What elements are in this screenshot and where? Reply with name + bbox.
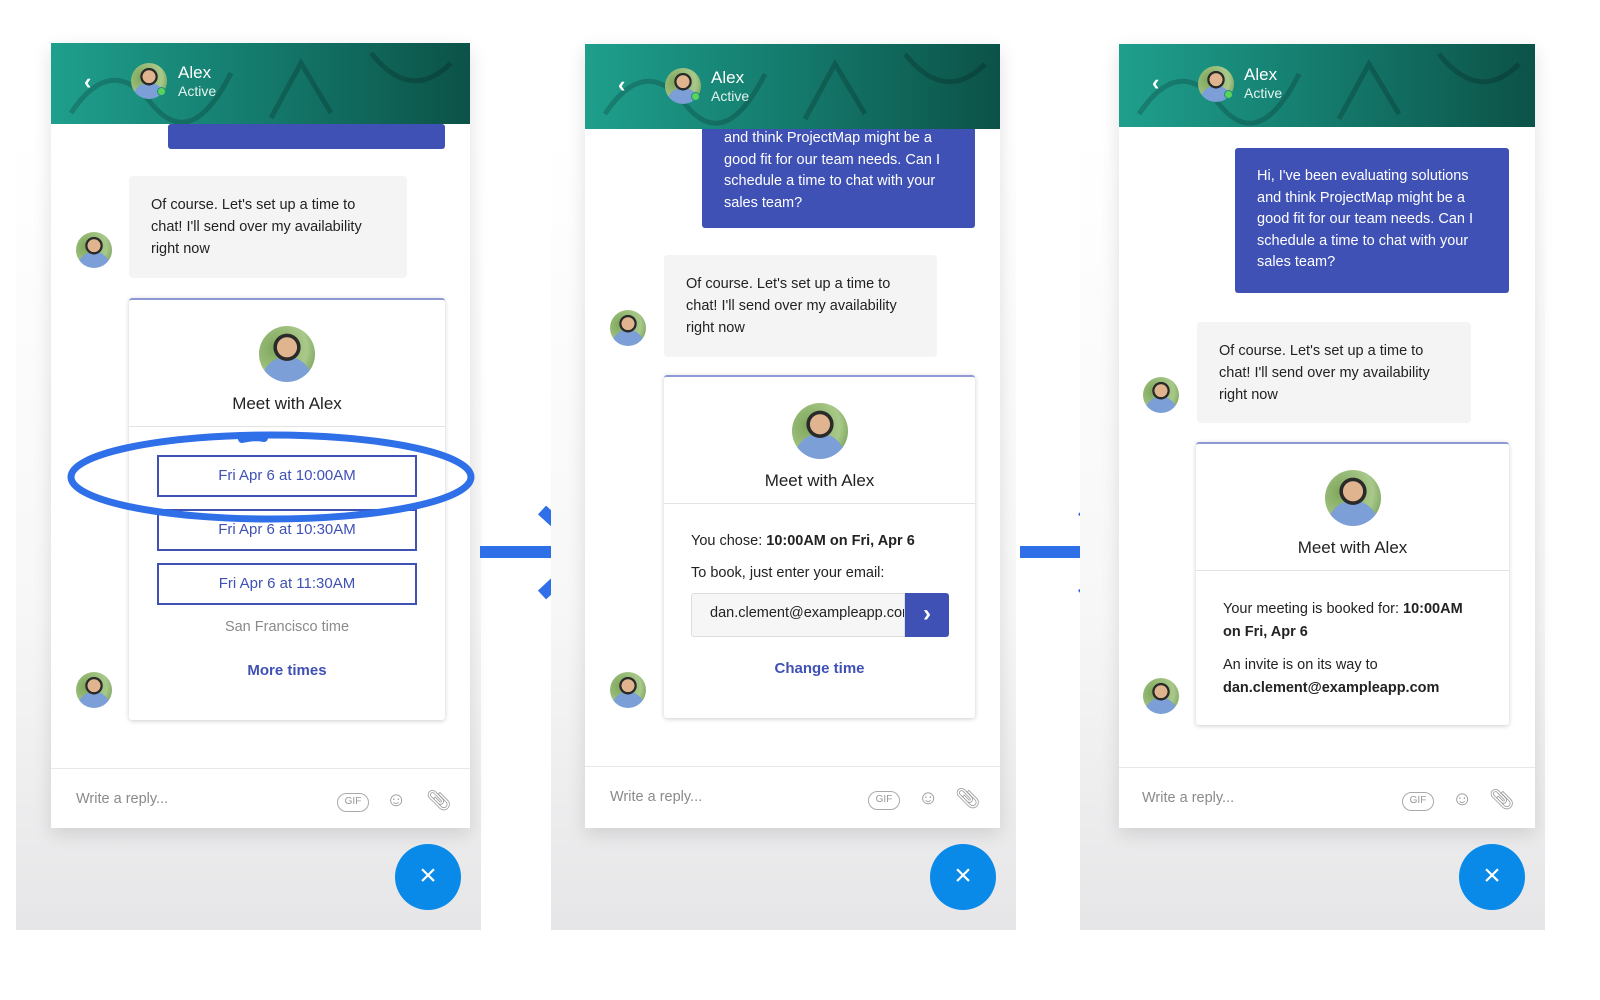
gif-icon[interactable]: GIF <box>1402 792 1434 811</box>
header-pattern <box>602 52 987 126</box>
message-line: chat! I'll send over my availability <box>151 219 362 235</box>
agent-name: Alex <box>711 68 745 87</box>
emoji-icon[interactable]: ☺ <box>386 789 406 812</box>
back-icon[interactable]: ‹ <box>618 72 625 98</box>
agent-message-bubble: Of course. Let's set up a time to chat! … <box>129 176 407 278</box>
composer: Write a reply... GIF ☺ 📎︎ <box>1119 767 1535 828</box>
message-line: good fit for our team needs. Can I <box>724 151 941 168</box>
chevron-right-icon: › <box>923 600 931 627</box>
message-line: Of course. Let's set up a time to <box>686 276 891 292</box>
agent-status: Active <box>1244 85 1283 101</box>
emoji-icon[interactable]: ☺ <box>1452 788 1472 811</box>
user-message-bubble: Hi, I've been evaluating solutions and t… <box>1235 148 1509 293</box>
message-line: Of course. Let's set up a time to <box>1219 343 1424 359</box>
avatar <box>76 672 112 708</box>
agent-status: Active <box>711 88 750 104</box>
chat-header: ‹ Alex Active <box>1119 44 1535 127</box>
agent-status: Active <box>178 83 217 99</box>
chosen-value: 10:00AM on Fri, Apr 6 <box>766 533 915 549</box>
message-line: right now <box>151 241 210 257</box>
chat-header: ‹ Alex Active <box>51 43 470 124</box>
header-pattern <box>68 51 453 124</box>
message-line: chat! I'll send over my availability <box>1219 365 1430 381</box>
message-line: right now <box>1219 387 1278 403</box>
close-icon: × <box>419 859 437 892</box>
chat-header: ‹ Alex Active <box>585 44 1000 129</box>
emoji-icon[interactable]: ☺ <box>918 787 938 810</box>
gif-icon[interactable]: GIF <box>868 791 900 810</box>
composer: Write a reply... GIF ☺ 📎︎ <box>585 766 1000 828</box>
more-times-link[interactable]: More times <box>129 662 445 679</box>
message-line: and think ProjectMap might be a <box>1257 189 1465 206</box>
timezone-label: San Francisco time <box>224 619 350 635</box>
online-indicator <box>157 87 166 96</box>
booking-confirmation: Your meeting is booked for: 10:00AM <box>1223 598 1463 621</box>
online-indicator <box>1224 90 1233 99</box>
agent-message-bubble: Of course. Let's set up a time to chat! … <box>664 255 937 357</box>
avatar <box>1325 470 1381 526</box>
divider <box>1196 570 1509 571</box>
message-line: Of course. Let's set up a time to <box>151 197 356 213</box>
avatar <box>259 326 315 382</box>
gif-icon[interactable]: GIF <box>337 793 369 812</box>
close-button[interactable]: × <box>930 844 996 910</box>
back-icon[interactable]: ‹ <box>1152 70 1159 96</box>
reply-input[interactable]: Write a reply... <box>610 789 702 805</box>
meeting-card: Meet with Alex You chose: 10:00AM on Fri… <box>664 375 975 718</box>
composer: Write a reply... GIF ☺ 📎︎ <box>51 768 470 828</box>
booked-time: 10:00AM <box>1403 601 1463 617</box>
booked-label: Your meeting is booked for: <box>1223 601 1399 617</box>
message-line: good fit for our team needs. Can I <box>1257 211 1474 227</box>
card-title: Meet with Alex <box>1297 538 1408 557</box>
time-slot-button[interactable]: Fri Apr 6 at 11:30AM <box>157 563 417 605</box>
user-message-bubble <box>168 124 445 149</box>
message-line: schedule a time to chat with your <box>724 173 936 189</box>
message-line: sales team? <box>1257 254 1336 270</box>
agent-message-bubble: Of course. Let's set up a time to chat! … <box>1197 322 1471 423</box>
annotation-circle <box>67 431 475 523</box>
message-line: Hi, I've been evaluating solutions <box>1257 168 1469 184</box>
divider <box>664 503 975 504</box>
avatar <box>610 310 646 346</box>
avatar <box>1143 678 1179 714</box>
chat-panel-step-2: and think ProjectMap might be a good fit… <box>585 44 1000 828</box>
avatar <box>610 672 646 708</box>
close-icon: × <box>1483 859 1501 892</box>
submit-email-button[interactable]: › <box>905 593 949 637</box>
paperclip-icon[interactable]: 📎︎ <box>1489 787 1514 812</box>
message-line: sales team? <box>724 194 803 211</box>
close-button[interactable]: × <box>1459 844 1525 910</box>
email-prompt: To book, just enter your email: <box>691 565 885 581</box>
reply-input[interactable]: Write a reply... <box>76 791 168 807</box>
booked-date: on Fri, Apr 6 <box>1223 624 1308 640</box>
avatar <box>76 232 112 268</box>
paperclip-icon[interactable]: 📎︎ <box>955 786 980 811</box>
message-line: right now <box>686 320 745 336</box>
avatar <box>792 403 848 459</box>
close-icon: × <box>954 859 972 892</box>
user-message-bubble: and think ProjectMap might be a good fit… <box>702 114 975 228</box>
meeting-card: Meet with Alex Your meeting is booked fo… <box>1196 442 1509 725</box>
change-time-link[interactable]: Change time <box>664 660 975 677</box>
email-input[interactable]: dan.clement@exampleapp.com <box>691 593 905 637</box>
agent-name: Alex <box>178 63 212 82</box>
reply-input[interactable]: Write a reply... <box>1142 790 1234 806</box>
invite-email: dan.clement@exampleapp.com <box>1223 680 1440 696</box>
online-indicator <box>691 92 700 101</box>
message-line: schedule a time to chat with your <box>1257 232 1469 249</box>
chosen-label: You chose: <box>691 533 763 549</box>
chat-panel-step-3: ‹ Alex Active Hi, I've been evaluating s… <box>1119 44 1535 828</box>
message-line: and think ProjectMap might be a <box>724 130 932 146</box>
chosen-time: You chose: 10:00AM on Fri, Apr 6 <box>691 530 915 553</box>
paperclip-icon[interactable]: 📎︎ <box>426 788 451 813</box>
invite-text: An invite is on its way to <box>1223 657 1378 673</box>
avatar <box>1143 377 1179 413</box>
header-pattern <box>1136 52 1521 126</box>
message-line: chat! I'll send over my availability <box>686 298 897 314</box>
close-button[interactable]: × <box>395 844 461 910</box>
agent-name: Alex <box>1244 65 1278 84</box>
back-icon[interactable]: ‹ <box>84 69 91 95</box>
card-title: Meet with Alex <box>764 471 875 490</box>
